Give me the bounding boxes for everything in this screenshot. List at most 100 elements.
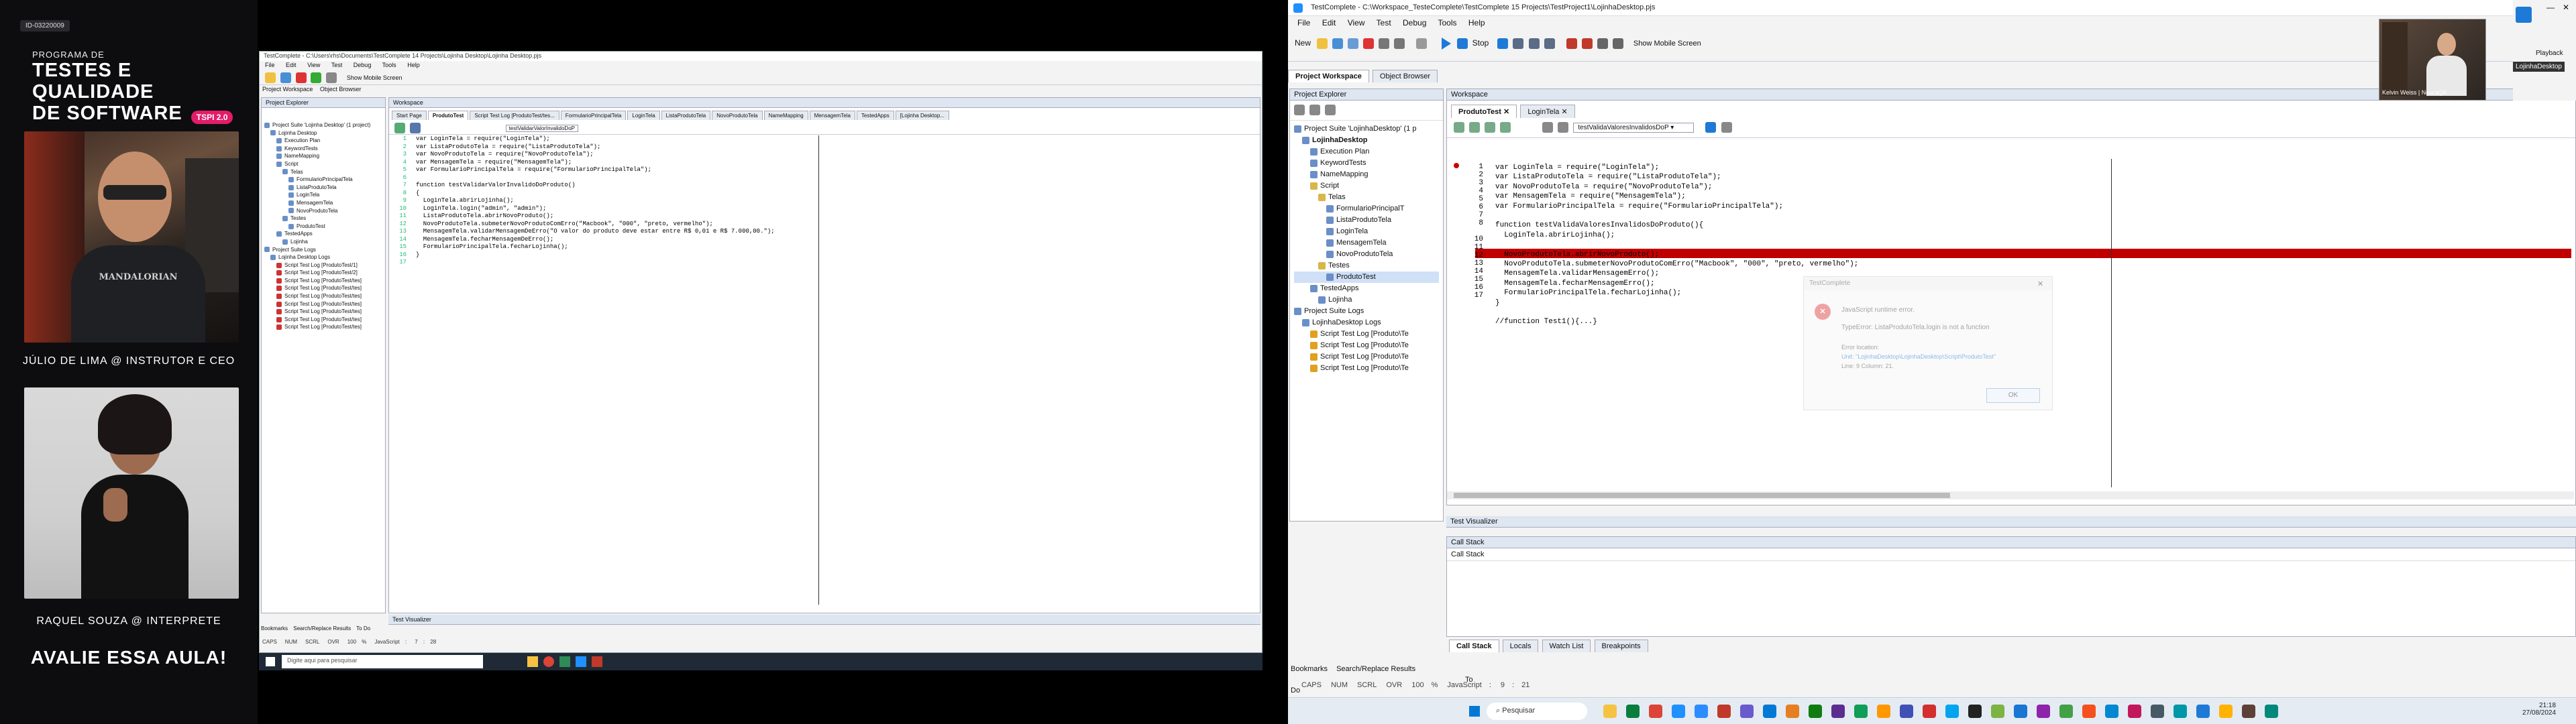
- tree-item[interactable]: LoginTela: [1294, 226, 1439, 237]
- small-editor-tab[interactable]: [Lojinha Desktop...: [895, 111, 949, 120]
- explorer-add-icon[interactable]: [1294, 105, 1305, 115]
- small-tab-project-workspace[interactable]: Project Workspace: [262, 86, 313, 93]
- taskbar-app-icon[interactable]: [1968, 705, 1982, 718]
- small-explorer-icon[interactable]: [527, 656, 538, 667]
- small-editor-tab[interactable]: ProdutoTest: [427, 111, 469, 120]
- small-windows-icon[interactable]: [266, 657, 275, 666]
- tree-item[interactable]: NovoProdutoTela: [1294, 249, 1439, 260]
- editor-tab-produtotest[interactable]: ProdutoTest ✕: [1451, 105, 1517, 118]
- taskbar-app-icon[interactable]: [1763, 705, 1776, 718]
- taskbar-app-icon[interactable]: [2059, 705, 2073, 718]
- open-icon[interactable]: [1317, 38, 1328, 49]
- small-tree-item[interactable]: Script Test Log [ProdutoTest/tes]: [264, 277, 382, 285]
- taskbar-app-icon[interactable]: [1603, 705, 1617, 718]
- small-stop-icon[interactable]: [326, 72, 337, 83]
- small-menu-view[interactable]: View: [307, 62, 320, 68]
- small-editor-tab[interactable]: MensagemTela: [809, 111, 855, 120]
- tree-item[interactable]: Script Test Log [Produto\Te: [1294, 363, 1439, 374]
- taskbar-app-icon[interactable]: [1991, 705, 2004, 718]
- step-into-icon[interactable]: [1513, 38, 1524, 49]
- back-icon[interactable]: [1542, 122, 1554, 133]
- undo-icon[interactable]: [1379, 38, 1390, 49]
- taskbar-app-icon[interactable]: [1672, 705, 1685, 718]
- small-tree-item[interactable]: LoginTela: [264, 191, 382, 199]
- taskbar-app-icon[interactable]: [2242, 705, 2255, 718]
- taskbar-app-icon[interactable]: [1626, 705, 1640, 718]
- tree-item[interactable]: ProdutoTest: [1294, 272, 1439, 283]
- tab-watch-list[interactable]: Watch List: [1542, 640, 1591, 652]
- debug-icon[interactable]: [1721, 122, 1732, 133]
- testcomplete-widget-icon[interactable]: [2516, 7, 2532, 23]
- close-tab-icon[interactable]: ✕: [1503, 108, 1509, 116]
- explorer-run-icon[interactable]: [1309, 105, 1321, 115]
- small-tree-item[interactable]: Script Test Log [ProdutoTest/tes]: [264, 292, 382, 300]
- ok-button[interactable]: OK: [1986, 388, 2040, 403]
- breakpoint-marker[interactable]: [1454, 163, 1459, 168]
- tree-item[interactable]: Project Suite 'LojinhaDesktop' (1 p: [1294, 123, 1439, 135]
- taskbar-app-icon[interactable]: [1923, 705, 1936, 718]
- tree-item[interactable]: FormularioPrincipalT: [1294, 203, 1439, 215]
- taskbar-app-icon[interactable]: [1945, 705, 1959, 718]
- save-icon[interactable]: [1332, 38, 1344, 49]
- taskbar-app-icon[interactable]: [1786, 705, 1799, 718]
- taskbar-app-icon[interactable]: [1831, 705, 1845, 718]
- stop-icon[interactable]: [1456, 38, 1468, 49]
- tree-item[interactable]: KeywordTests: [1294, 158, 1439, 169]
- tree-item[interactable]: MensagemTela: [1294, 237, 1439, 249]
- tree-item[interactable]: Script Test Log [Produto\Te: [1294, 340, 1439, 351]
- small-delete-icon[interactable]: [295, 72, 307, 83]
- main-menu-tools[interactable]: Tools: [1438, 18, 1457, 27]
- taskbar-app-icon[interactable]: [2082, 705, 2096, 718]
- tab-locals[interactable]: Locals: [1502, 640, 1539, 652]
- main-menu-edit[interactable]: Edit: [1322, 18, 1336, 27]
- small-editor-tab[interactable]: Script Test Log [ProdutoTest/tes...: [470, 111, 559, 120]
- main-menu-test[interactable]: Test: [1377, 18, 1391, 27]
- taskbar-app-icon[interactable]: [1649, 705, 1662, 718]
- close-window-icon[interactable]: ✕: [2563, 3, 2569, 12]
- taskbar-app-icon[interactable]: [2014, 705, 2027, 718]
- main-test-visualizer[interactable]: Test Visualizer: [1446, 516, 2576, 528]
- small-tree-item[interactable]: Script Test Log [ProdutoTest/tes]: [264, 308, 382, 316]
- taskbar-app-icon[interactable]: [2265, 705, 2278, 718]
- small-tree-item[interactable]: KeywordTests: [264, 145, 382, 153]
- small-tree-item[interactable]: NovoProdutoTela: [264, 207, 382, 215]
- delete-icon[interactable]: [1363, 38, 1375, 49]
- small-chrome-icon[interactable]: [543, 656, 554, 667]
- routine-select[interactable]: testValidaValoresInvalidosDoP ▾: [1573, 122, 1695, 133]
- small-menu-help[interactable]: Help: [407, 62, 420, 68]
- small-tree-item[interactable]: Script: [264, 160, 382, 168]
- small-tree-item[interactable]: Lojinha Desktop: [264, 129, 382, 137]
- tab-search-replace[interactable]: Search/Replace Results: [1336, 665, 1415, 673]
- small-routine-select[interactable]: testValidarValorInvalidoDoP: [505, 124, 578, 132]
- taskbar-app-icon[interactable]: [2196, 705, 2210, 718]
- main-show-mobile[interactable]: Show Mobile Screen: [1633, 40, 1701, 48]
- tree-item[interactable]: ListaProdutoTela: [1294, 215, 1439, 226]
- taskbar-app-icon[interactable]: [2151, 705, 2164, 718]
- step-out-icon[interactable]: [1544, 38, 1555, 49]
- save-all-icon[interactable]: [1348, 38, 1359, 49]
- small-tree-item[interactable]: ListaProdutoTela: [264, 184, 382, 192]
- error-dialog-unit[interactable]: Unit: "LojinhaDesktop\LojinhaDesktop\Scr…: [1841, 353, 1996, 360]
- tree-item[interactable]: Execution Plan: [1294, 146, 1439, 158]
- taskbar-app-icon[interactable]: [2037, 705, 2050, 718]
- taskbar-app-icon[interactable]: [1877, 705, 1890, 718]
- options-icon[interactable]: [1612, 38, 1623, 49]
- main-menu-file[interactable]: File: [1297, 18, 1310, 27]
- small-tree-item[interactable]: Lojinha: [264, 238, 382, 246]
- taskbar-app-icon[interactable]: [2128, 705, 2141, 718]
- small-tab-bookmarks[interactable]: Bookmarks: [261, 625, 288, 631]
- small-app-icon[interactable]: [559, 656, 570, 667]
- redo-icon[interactable]: [1394, 38, 1405, 49]
- small-tab-object-browser[interactable]: Object Browser: [320, 86, 362, 93]
- small-code-editor[interactable]: var LoginTela = require("LoginTela"); var…: [416, 135, 775, 267]
- tree-item[interactable]: Script: [1294, 180, 1439, 192]
- small-run-icon[interactable]: [311, 72, 322, 83]
- small-menu-tools[interactable]: Tools: [382, 62, 396, 68]
- tree-item[interactable]: Telas: [1294, 192, 1439, 203]
- taskbar-app-icon[interactable]: [1900, 705, 1913, 718]
- outdent-icon[interactable]: [1469, 122, 1481, 133]
- tree-item[interactable]: TestedApps: [1294, 283, 1439, 294]
- small-tab-todo[interactable]: To Do: [356, 625, 370, 631]
- small-testcomplete-icon[interactable]: [576, 656, 586, 667]
- settings-icon[interactable]: [1597, 38, 1608, 49]
